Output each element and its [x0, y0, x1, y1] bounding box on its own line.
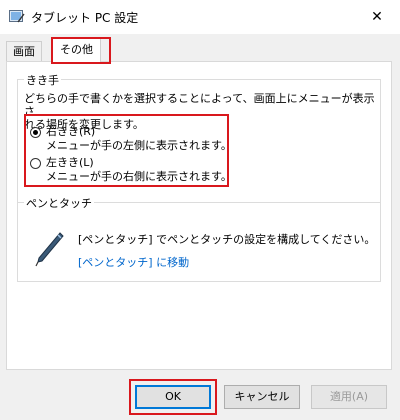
- right-handed-option[interactable]: 右きき(R) メニューが手の左側に表示されます。: [30, 125, 232, 153]
- pen-touch-group: ペンとタッチ [ペンとタッチ] でペンとタッチの設定を構成してください。 [ペン…: [17, 195, 381, 282]
- handedness-description-line1: どちらの手で書くかを選択することによって、画面上にメニューが表示さ: [24, 92, 375, 118]
- left-handed-option[interactable]: 左きき(L) メニューが手の右側に表示されます。: [30, 156, 232, 184]
- tab-other-label: その他: [60, 43, 93, 56]
- apply-button-label: 適用(A): [329, 390, 369, 403]
- window-title: タブレット PC 設定: [31, 11, 139, 25]
- pen-touch-link[interactable]: [ペンとタッチ] に移動: [78, 254, 189, 270]
- pen-icon: [35, 232, 64, 267]
- tablet-pc-icon: [9, 10, 25, 23]
- tab-screen-label: 画面: [13, 45, 35, 58]
- tab-screen[interactable]: 画面: [6, 41, 42, 62]
- pen-touch-legend: ペンとタッチ: [24, 195, 94, 211]
- handedness-group: きき手 どちらの手で書くかを選択することによって、画面上にメニューが表示さ れる…: [17, 72, 381, 203]
- right-handed-radio[interactable]: [30, 127, 41, 138]
- right-handed-label: 右きき(R): [46, 125, 96, 138]
- close-icon: ✕: [371, 9, 383, 25]
- pen-touch-description: [ペンとタッチ] でペンとタッチの設定を構成してください。: [78, 233, 376, 246]
- tab-other[interactable]: その他: [52, 38, 101, 63]
- left-handed-description: メニューが手の右側に表示されます。: [46, 170, 232, 183]
- title-bar: タブレット PC 設定 ✕: [0, 0, 400, 34]
- tab-panel: きき手 どちらの手で書くかを選択することによって、画面上にメニューが表示さ れる…: [6, 61, 392, 370]
- apply-button[interactable]: 適用(A): [311, 385, 387, 409]
- right-handed-description: メニューが手の左側に表示されます。: [46, 139, 232, 152]
- left-handed-label: 左きき(L): [46, 156, 94, 169]
- left-handed-radio[interactable]: [30, 158, 41, 169]
- close-button[interactable]: ✕: [354, 0, 400, 34]
- ok-button-label: OK: [165, 390, 181, 403]
- handedness-legend: きき手: [24, 72, 61, 88]
- ok-button[interactable]: OK: [135, 385, 211, 409]
- cancel-button-label: キャンセル: [234, 390, 290, 403]
- cancel-button[interactable]: キャンセル: [224, 385, 300, 409]
